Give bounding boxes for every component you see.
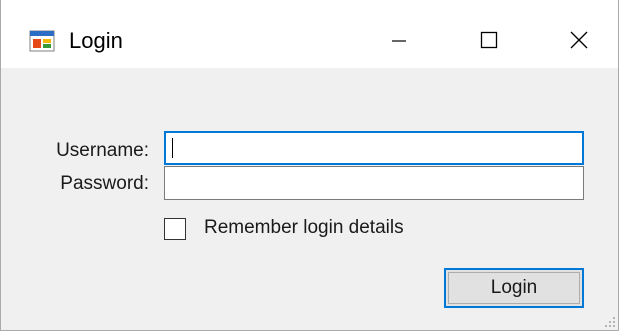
minimize-icon: [392, 40, 406, 42]
window-title: Login: [69, 28, 123, 53]
remember-checkbox[interactable]: [164, 218, 186, 240]
login-button-focus-ring: [448, 272, 580, 304]
password-label: Password:: [60, 173, 149, 194]
username-label: Username:: [56, 140, 149, 161]
maximize-button[interactable]: [459, 18, 519, 62]
minimize-button[interactable]: [369, 18, 429, 62]
windows-form-icon: [29, 30, 55, 52]
remember-checkbox-label[interactable]: Remember login details: [204, 215, 404, 241]
maximize-icon: [480, 31, 498, 49]
password-input[interactable]: [164, 166, 584, 200]
close-icon: [570, 31, 588, 49]
text-caret: [172, 138, 173, 158]
title-bar[interactable]: Login: [1, 0, 618, 68]
username-input[interactable]: [164, 131, 584, 165]
resize-grip-icon[interactable]: [604, 316, 616, 328]
login-button[interactable]: Login: [444, 268, 584, 308]
close-button[interactable]: [549, 18, 609, 62]
login-window: Login Username: Password: Remember login…: [0, 0, 619, 331]
